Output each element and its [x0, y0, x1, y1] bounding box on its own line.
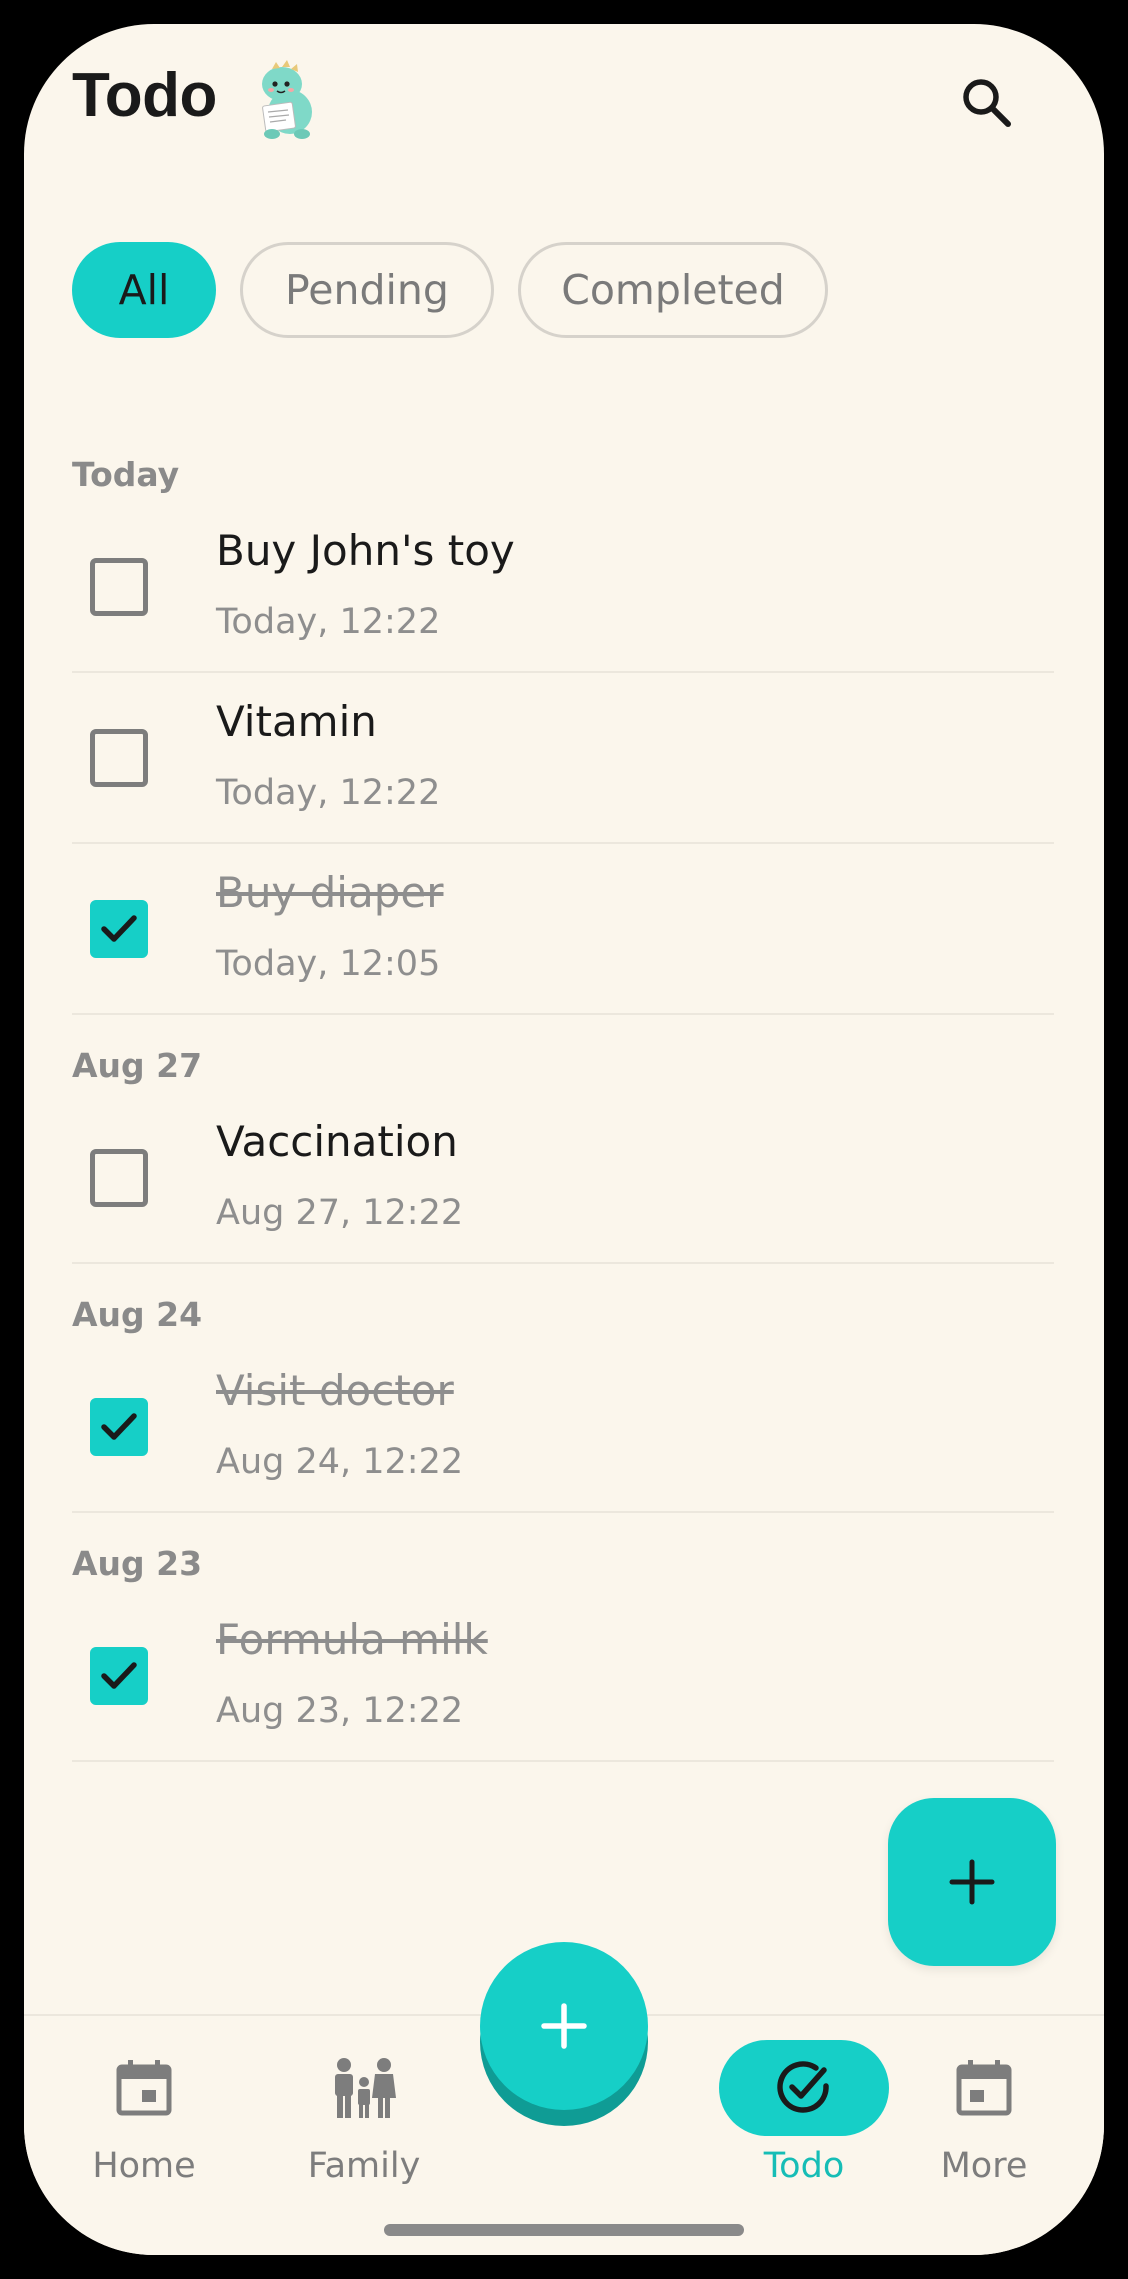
checkmark-icon: [101, 1412, 137, 1440]
todo-checkbox[interactable]: [90, 728, 148, 787]
todo-item[interactable]: Buy diaper Today, 12:05: [72, 844, 1054, 1015]
todo-item[interactable]: Formula milk Aug 23, 12:22: [72, 1591, 1054, 1762]
check-circle-icon: [777, 2061, 829, 2113]
section-header-aug-24: Aug 24: [72, 1295, 203, 1334]
todo-title: Vaccination: [216, 1117, 458, 1166]
section-header-today: Today: [72, 455, 180, 494]
todo-time: Today, 12:22: [216, 602, 441, 642]
todo-checkbox[interactable]: [90, 1397, 148, 1456]
todo-title: Formula milk: [216, 1615, 488, 1664]
app-screen: Todo All Pending Completed Today Buy Joh…: [24, 24, 1104, 2255]
plus-icon: [541, 2003, 587, 2049]
todo-time: Aug 23, 12:22: [216, 1691, 464, 1731]
nav-more[interactable]: More: [884, 2016, 1084, 2196]
search-button[interactable]: [948, 64, 1024, 140]
todo-title: Vitamin: [216, 697, 377, 746]
filter-all-chip[interactable]: All: [72, 242, 216, 338]
calendar-icon: [116, 2060, 172, 2116]
todo-checkbox[interactable]: [90, 1148, 148, 1207]
center-add-face: [480, 1942, 648, 2110]
todo-time: Today, 12:22: [216, 773, 441, 813]
checkmark-icon: [101, 914, 137, 942]
page-title: Todo: [72, 61, 217, 130]
nav-family-label: Family: [307, 2146, 421, 2186]
todo-item[interactable]: Buy John's toy Today, 12:22: [72, 502, 1054, 673]
section-header-aug-23: Aug 23: [72, 1544, 203, 1583]
family-icon: [335, 2058, 396, 2118]
todo-item[interactable]: Visit doctor Aug 24, 12:22: [72, 1342, 1054, 1513]
search-icon: [963, 79, 1011, 127]
nav-todo[interactable]: Todo: [704, 2016, 904, 2196]
todo-time: Aug 27, 12:22: [216, 1193, 464, 1233]
todo-item[interactable]: Vitamin Today, 12:22: [72, 673, 1054, 844]
todo-checkbox[interactable]: [90, 899, 148, 958]
nav-todo-icon-wrap: [719, 2040, 889, 2136]
checkmark-icon: [101, 1661, 137, 1689]
nav-home-icon-wrap: [59, 2040, 229, 2136]
nav-family[interactable]: Family: [264, 2016, 464, 2196]
filter-completed-chip[interactable]: Completed: [518, 242, 828, 338]
section-header-aug-27: Aug 27: [72, 1046, 203, 1085]
todo-title: Visit doctor: [216, 1366, 454, 1415]
todo-title: Buy diaper: [216, 868, 444, 917]
nav-todo-label: Todo: [763, 2146, 845, 2186]
nav-family-icon-wrap: [279, 2040, 449, 2136]
todo-time: Aug 24, 12:22: [216, 1442, 464, 1482]
todo-checkbox[interactable]: [90, 1646, 148, 1705]
todo-list: Today Buy John's toy Today, 12:22 Vitami…: [72, 424, 1054, 1762]
dinosaur-mascot-icon: [250, 60, 320, 140]
home-indicator[interactable]: [384, 2224, 744, 2236]
todo-time: Today, 12:05: [216, 944, 441, 984]
plus-icon: [949, 1859, 995, 1905]
calendar-icon: [956, 2060, 1012, 2116]
filter-chips: All Pending Completed: [72, 242, 828, 338]
todo-checkbox[interactable]: [90, 557, 148, 616]
todo-item[interactable]: Vaccination Aug 27, 12:22: [72, 1093, 1054, 1264]
nav-more-label: More: [940, 2146, 1028, 2186]
nav-more-icon-wrap: [899, 2040, 1069, 2136]
nav-home-label: Home: [92, 2146, 196, 2186]
add-todo-fab[interactable]: [888, 1798, 1056, 1966]
center-add-button[interactable]: [480, 1942, 648, 2126]
filter-pending-chip[interactable]: Pending: [240, 242, 494, 338]
nav-home[interactable]: Home: [44, 2016, 244, 2196]
todo-title: Buy John's toy: [216, 526, 515, 575]
